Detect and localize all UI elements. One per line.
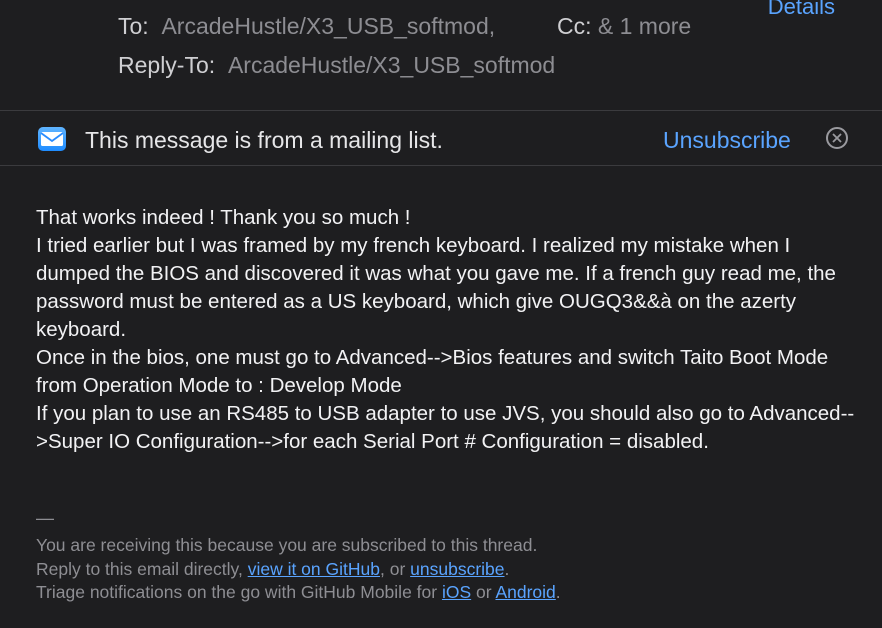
- message-header: To: ArcadeHustle/X3_USB_softmod, Cc: & 1…: [0, 0, 882, 110]
- cc-more-link[interactable]: & 1 more: [598, 13, 691, 39]
- footer-line-subscribed: You are receiving this because you are s…: [36, 535, 538, 555]
- footer-line-mobile: Triage notifications on the go with GitH…: [36, 581, 561, 605]
- view-on-github-link[interactable]: view it on GitHub: [248, 559, 380, 579]
- cc-label: Cc:: [557, 13, 592, 39]
- mailing-list-text: This message is from a mailing list.: [85, 127, 443, 153]
- footer-line-reply: Reply to this email directly, view it on…: [36, 558, 561, 582]
- message-body: That works indeed ! Thank you so much ! …: [36, 204, 866, 456]
- footer-reply-prefix: Reply to this email directly,: [36, 558, 248, 579]
- cc-row: Cc: & 1 more: [557, 13, 691, 40]
- body-line: That works indeed ! Thank you so much !: [36, 206, 411, 229]
- footer-reply-mid: , or: [379, 558, 411, 579]
- to-recipient[interactable]: ArcadeHustle/X3_USB_softmod,: [161, 13, 495, 39]
- envelope-icon: [38, 127, 66, 151]
- unsubscribe-button[interactable]: Unsubscribe: [663, 127, 791, 154]
- signature-separator: —: [36, 508, 54, 528]
- close-circle-icon[interactable]: [826, 127, 848, 149]
- footer-reply-suffix: .: [504, 558, 510, 579]
- body-line: I tried earlier but I was framed by my f…: [36, 234, 836, 341]
- to-row: To: ArcadeHustle/X3_USB_softmod,: [118, 13, 495, 40]
- reply-to-address[interactable]: ArcadeHustle/X3_USB_softmod: [228, 52, 555, 78]
- footer-mobile-prefix: Triage notifications on the go with GitH…: [36, 582, 442, 602]
- email-footer: You are receiving this because you are s…: [36, 534, 561, 605]
- unsubscribe-link[interactable]: unsubscribe: [410, 559, 504, 579]
- reply-to-label: Reply-To:: [118, 52, 216, 78]
- ios-link[interactable]: iOS: [442, 582, 471, 602]
- banner-divider: [0, 165, 882, 166]
- footer-mobile-mid: or: [471, 582, 496, 602]
- reply-to-row: Reply-To: ArcadeHustle/X3_USB_softmod: [118, 52, 555, 79]
- body-line: Once in the bios, one must go to Advance…: [36, 346, 829, 397]
- details-link[interactable]: Details: [768, 0, 835, 20]
- mailing-list-banner: This message is from a mailing list. Uns…: [0, 111, 882, 165]
- footer-mobile-suffix: .: [555, 582, 561, 602]
- to-label: To:: [118, 13, 149, 39]
- android-link[interactable]: Android: [495, 582, 555, 602]
- body-line: If you plan to use an RS485 to USB adapt…: [36, 402, 855, 453]
